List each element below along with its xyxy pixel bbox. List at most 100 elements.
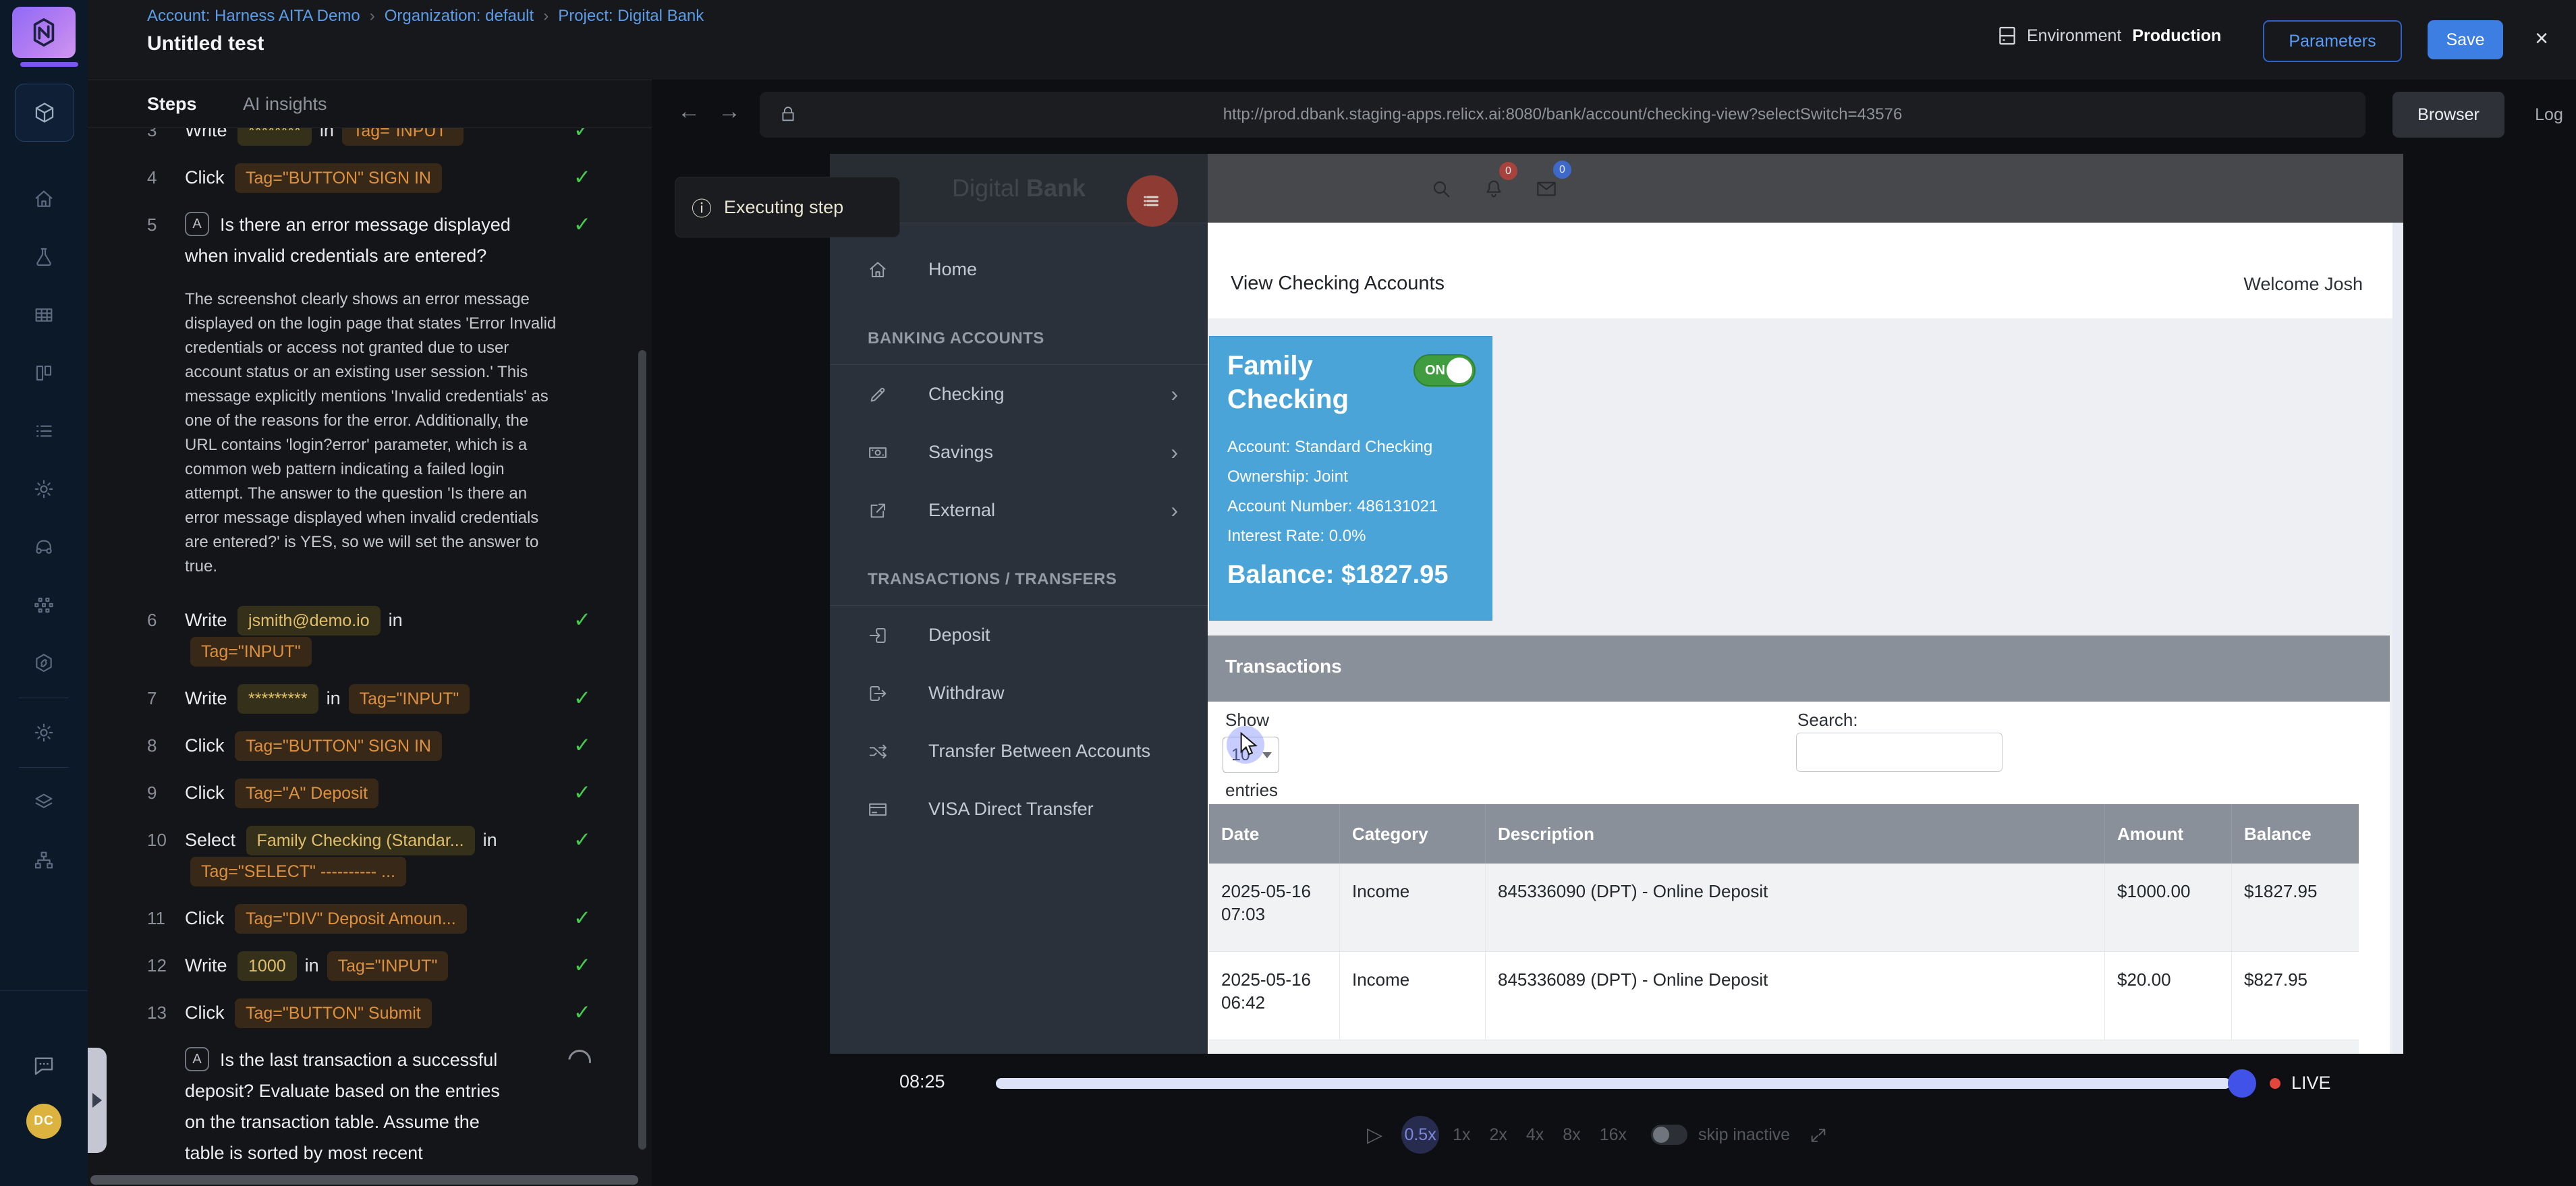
step-row[interactable]: 3Write ********inTag="INPUT"✓ — [147, 128, 591, 146]
rail-item-active-module[interactable] — [15, 84, 74, 142]
step-target-chip[interactable]: Tag="DIV" Deposit Amoun... — [235, 904, 467, 934]
speed-option-1x[interactable]: 1x — [1453, 1125, 1470, 1145]
rail-item-gear[interactable] — [0, 704, 88, 762]
rail-item-table[interactable] — [0, 286, 88, 344]
column-header-category[interactable]: Category — [1340, 804, 1486, 864]
tab-browser[interactable]: Browser — [2392, 92, 2504, 138]
sidebar-item-savings[interactable]: Savings› — [830, 423, 1208, 481]
sidebar-item-checking[interactable]: Checking› — [830, 365, 1208, 423]
rail-item-chain[interactable] — [0, 634, 88, 692]
step-success-icon: ✓ — [573, 162, 591, 193]
speed-option-0.5x[interactable]: 0.5x — [1401, 1116, 1439, 1154]
panel-collapse-handle[interactable] — [88, 1048, 107, 1153]
tab-log[interactable]: Log — [2509, 92, 2576, 138]
bell-icon[interactable] — [1483, 178, 1505, 200]
step-row[interactable]: 10Select Family Checking (Standar...inTa… — [147, 824, 591, 886]
column-header-balance[interactable]: Balance — [2232, 804, 2359, 864]
user-avatar[interactable]: DC — [26, 1104, 61, 1139]
close-icon[interactable]: × — [2525, 22, 2558, 55]
rail-icon-stack — [0, 170, 88, 889]
playback-track[interactable] — [996, 1078, 2231, 1089]
column-header-description[interactable]: Description — [1486, 804, 2105, 864]
steps-horizontal-scrollbar[interactable] — [90, 1175, 638, 1185]
step-number: 13 — [147, 997, 167, 1028]
step-value-chip[interactable]: ******** — [237, 128, 312, 146]
step-target-chip[interactable]: Tag="SELECT" ---------- ... — [190, 857, 406, 886]
sidebar-item-transfer-between-accounts[interactable]: Transfer Between Accounts — [830, 722, 1208, 780]
skip-inactive-toggle[interactable] — [1651, 1125, 1687, 1145]
step-target-chip[interactable]: Tag="INPUT" — [327, 951, 449, 981]
tab-ai-insights[interactable]: AI insights — [243, 94, 327, 115]
step-row[interactable]: 8Click Tag="BUTTON" SIGN IN✓ — [147, 730, 591, 761]
step-row[interactable]: 5AIs there an error message displayed wh… — [147, 209, 591, 271]
step-target-chip[interactable]: Tag="A" Deposit — [235, 779, 379, 808]
speed-option-16x[interactable]: 16x — [1600, 1125, 1627, 1145]
step-target-chip[interactable]: Tag="INPUT" — [342, 128, 464, 146]
search-input[interactable] — [1796, 733, 2003, 772]
step-number: 6 — [147, 604, 157, 636]
toggle-knob — [1653, 1127, 1669, 1143]
search-icon[interactable] — [1430, 178, 1452, 200]
step-target-chip[interactable]: Tag="BUTTON" Submit — [235, 998, 432, 1028]
table-cell: $1827.95 — [2232, 864, 2359, 951]
environment-value[interactable]: Production — [2132, 26, 2221, 46]
fullscreen-icon[interactable] — [1809, 1125, 1828, 1144]
breadcrumb-link[interactable]: Organization: default — [385, 7, 534, 25]
step-target-chip[interactable]: Tag="BUTTON" SIGN IN — [235, 163, 442, 193]
step-row[interactable]: 13Click Tag="BUTTON" Submit✓ — [147, 997, 591, 1028]
rail-item-incognito[interactable] — [0, 518, 88, 576]
rail-item-home[interactable] — [0, 170, 88, 228]
speed-option-2x[interactable]: 2x — [1489, 1125, 1507, 1145]
step-action: Click — [185, 783, 229, 803]
sidebar-item-external[interactable]: External› — [830, 481, 1208, 539]
step-row[interactable]: 12Write 1000inTag="INPUT"✓ — [147, 950, 591, 981]
rail-item-flask[interactable] — [0, 228, 88, 286]
playback-knob[interactable] — [2228, 1069, 2256, 1098]
app-page-scrollbar[interactable] — [2392, 223, 2403, 1054]
url-text[interactable]: http://prod.dbank.staging-apps.relicx.ai… — [1223, 105, 1903, 124]
sidebar-menu-button[interactable] — [1127, 175, 1178, 227]
sidebar-item-home[interactable]: Home — [830, 240, 1208, 298]
play-icon[interactable]: ▷ — [1367, 1123, 1382, 1147]
step-row[interactable]: 9Click Tag="A" Deposit✓ — [147, 777, 591, 808]
step-value-chip[interactable]: Family Checking (Standar... — [246, 826, 475, 855]
step-value-chip[interactable]: ********* — [237, 684, 318, 714]
account-toggle[interactable]: ON — [1413, 354, 1476, 387]
parameters-button[interactable]: Parameters — [2263, 20, 2402, 62]
browser-back-icon[interactable]: ← — [677, 98, 700, 125]
rail-item-gear[interactable] — [0, 460, 88, 518]
column-header-date[interactable]: Date — [1209, 804, 1340, 864]
step-target-chip[interactable]: Tag="BUTTON" SIGN IN — [235, 731, 442, 761]
step-row[interactable]: AIs the last transaction a successful de… — [147, 1044, 591, 1171]
sidebar-item-visa-direct-transfer[interactable]: VISA Direct Transfer — [830, 780, 1208, 838]
rail-item-board[interactable] — [0, 344, 88, 402]
save-button[interactable]: Save — [2428, 20, 2503, 59]
rail-item-pipeline[interactable] — [0, 576, 88, 634]
flask-icon — [33, 246, 55, 268]
step-conjunction: in — [327, 688, 341, 708]
steps-vertical-scrollbar[interactable] — [638, 350, 646, 1150]
step-target-chip[interactable]: Tag="INPUT" — [349, 684, 470, 714]
step-row[interactable]: 4Click Tag="BUTTON" SIGN IN✓ — [147, 162, 591, 193]
tab-steps[interactable]: Steps — [147, 94, 197, 115]
step-row[interactable]: 7Write *********inTag="INPUT"✓ — [147, 683, 591, 714]
step-row[interactable]: 11Click Tag="DIV" Deposit Amoun...✓ — [147, 903, 591, 934]
breadcrumb-link[interactable]: Project: Digital Bank — [558, 7, 704, 25]
breadcrumb-link[interactable]: Account: Harness AITA Demo — [147, 7, 360, 25]
step-target-chip[interactable]: Tag="INPUT" — [190, 637, 312, 667]
step-row[interactable]: 6Write jsmith@demo.ioinTag="INPUT"✓ — [147, 604, 591, 667]
url-bar[interactable]: http://prod.dbank.staging-apps.relicx.ai… — [760, 92, 2365, 138]
rail-item-list[interactable] — [0, 402, 88, 460]
rail-item-hierarchy[interactable] — [0, 831, 88, 889]
browser-forward-icon[interactable]: → — [718, 98, 741, 125]
speed-option-8x[interactable]: 8x — [1563, 1125, 1580, 1145]
step-value-chip[interactable]: jsmith@demo.io — [237, 606, 381, 636]
help-chat-button[interactable] — [0, 1039, 88, 1093]
step-value-chip[interactable]: 1000 — [237, 951, 297, 981]
speed-option-4x[interactable]: 4x — [1526, 1125, 1544, 1145]
rail-item-layers[interactable] — [0, 773, 88, 831]
sidebar-item-withdraw[interactable]: Withdraw — [830, 664, 1208, 722]
sidebar-item-deposit[interactable]: Deposit — [830, 606, 1208, 664]
column-header-amount[interactable]: Amount — [2105, 804, 2232, 864]
envelope-icon[interactable] — [1536, 178, 1557, 200]
